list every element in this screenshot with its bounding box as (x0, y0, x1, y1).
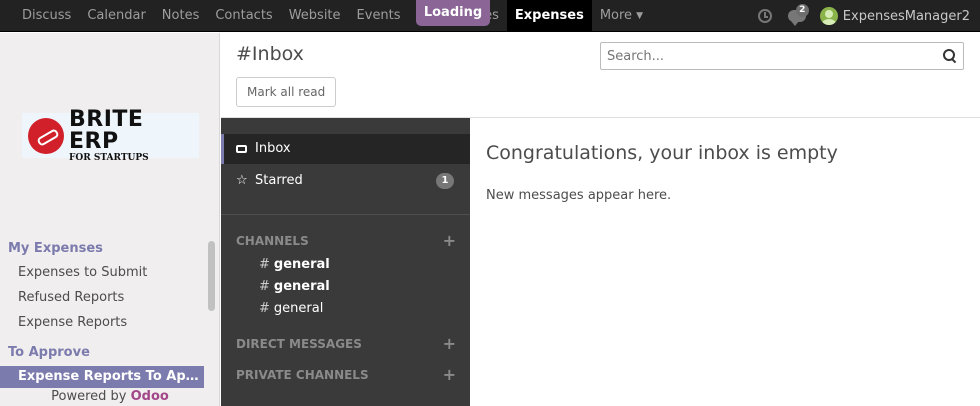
hash-icon: # (259, 301, 270, 316)
search-icon[interactable] (943, 49, 956, 62)
logo-subtitle: FOR STARTUPS (69, 152, 149, 163)
powered-by: Powered by Odoo (0, 389, 220, 404)
hash-icon: # (259, 257, 270, 272)
app-sidebar: BRITE ERP FOR STARTUPS My Expenses Expen… (0, 33, 220, 406)
star-icon: ☆ (236, 173, 248, 188)
search-box (600, 42, 964, 70)
odoo-link[interactable]: Odoo (131, 389, 169, 404)
menu-calendar[interactable]: Calendar (79, 0, 153, 32)
direct-messages-label: Direct Messages (236, 337, 362, 351)
messages-button[interactable]: 2 (787, 4, 809, 26)
loading-indicator: Loading (416, 0, 490, 26)
messages-count-badge: 2 (795, 4, 809, 17)
discuss-inbox[interactable]: Inbox (221, 134, 470, 164)
menu-more[interactable]: More ▼ (592, 0, 651, 32)
page-title: #Inbox (236, 43, 304, 65)
hash-icon: # (259, 279, 270, 294)
nav-expense-reports[interactable]: Expense Reports (0, 312, 204, 334)
menu-website[interactable]: Website (281, 0, 349, 32)
inbox-icon (236, 145, 247, 153)
sidebar-scrollbar[interactable] (208, 241, 215, 311)
discuss-divider (221, 214, 470, 215)
channel-item[interactable]: # general (259, 301, 323, 316)
user-avatar[interactable] (819, 7, 838, 25)
add-channel-plus-icon[interactable]: + (443, 231, 456, 250)
systray: 2 ExpensesManager2 (757, 0, 970, 32)
channel-item[interactable]: # general (259, 257, 330, 272)
discuss-starred[interactable]: ☆ Starred 1 (221, 166, 470, 196)
direct-messages-header: Direct Messages + (236, 334, 456, 353)
discuss-sidebar: Inbox ☆ Starred 1 Channels + # general # ge… (221, 118, 470, 406)
starred-count-badge: 1 (436, 173, 454, 189)
logo-title: BRITE ERP (69, 106, 144, 154)
control-panel: #Inbox Mark all read (221, 33, 980, 118)
section-to-approve: To Approve (8, 345, 90, 360)
menu-events[interactable]: Events (349, 0, 409, 32)
channel-name: general (273, 301, 324, 316)
add-private-channel-plus-icon[interactable]: + (443, 365, 456, 384)
channel-name: general (273, 257, 330, 272)
channels-header-label: Channels (236, 234, 309, 248)
app-menu: Discuss Calendar Notes Contacts Website … (14, 0, 651, 32)
nav-expense-reports-to-approve[interactable]: Expense Reports To Approve (0, 366, 204, 388)
menu-expenses[interactable]: Expenses (506, 0, 592, 32)
mark-all-read-button[interactable]: Mark all read (236, 77, 337, 107)
private-channels-label: Private Channels (236, 368, 369, 382)
empty-inbox-subtitle: New messages appear here. (486, 188, 672, 203)
company-logo: BRITE ERP FOR STARTUPS (22, 108, 199, 163)
nav-expenses-to-submit[interactable]: Expenses to Submit (0, 262, 204, 284)
logo-link-icon (28, 117, 64, 154)
search-input[interactable] (601, 43, 931, 69)
menu-contacts[interactable]: Contacts (207, 0, 280, 32)
channel-name: general (273, 279, 330, 294)
inbox-label: Inbox (255, 141, 291, 156)
menu-more-label: More (599, 8, 633, 23)
starred-label: Starred (255, 173, 303, 188)
logo-text: BRITE ERP FOR STARTUPS (69, 106, 199, 163)
private-channels-header: Private Channels + (236, 365, 456, 384)
activity-clock-icon[interactable] (757, 9, 772, 23)
channels-header: Channels + (236, 231, 456, 250)
empty-inbox-title: Congratulations, your inbox is empty (486, 142, 838, 164)
add-direct-message-plus-icon[interactable]: + (443, 334, 456, 353)
caret-down-icon: ▼ (636, 11, 643, 21)
menu-notes[interactable]: Notes (154, 0, 208, 32)
menu-discuss[interactable]: Discuss (14, 0, 79, 32)
top-navbar: Discuss Calendar Notes Contacts Website … (0, 0, 980, 32)
powered-prefix: Powered by (51, 389, 127, 404)
inbox-content: Congratulations, your inbox is empty New… (470, 118, 980, 406)
channel-item[interactable]: # general (259, 279, 330, 294)
user-menu[interactable]: ExpensesManager2 (843, 9, 970, 24)
section-my-expenses: My Expenses (8, 241, 103, 256)
nav-refused-reports[interactable]: Refused Reports (0, 287, 204, 309)
